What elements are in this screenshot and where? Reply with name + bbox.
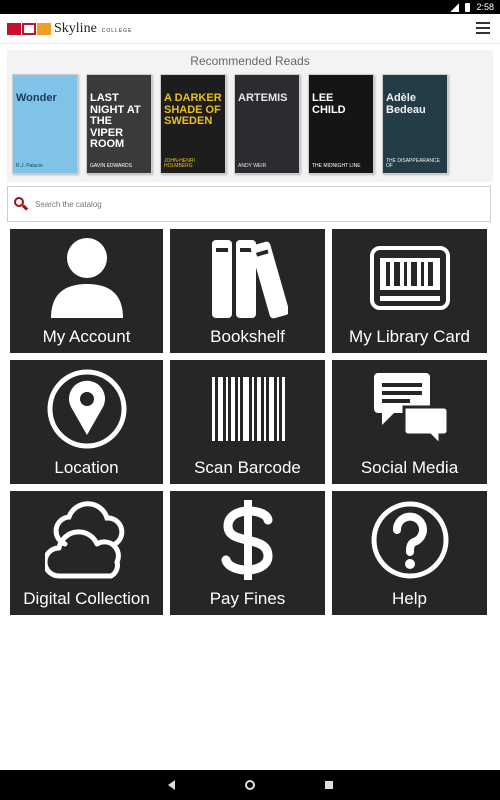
recent-apps-icon[interactable] (324, 781, 333, 789)
book-carousel: Wonder R.J. Palacio LAST NIGHT AT THE VIPE… (7, 74, 493, 174)
system-nav-bar (0, 770, 500, 800)
book-title: Wonder (16, 92, 57, 104)
home-icon[interactable] (244, 780, 255, 790)
book-title: Adèle Bedeau (386, 92, 426, 116)
status-bar: 2:58 (0, 0, 500, 14)
tile-label: Pay Fines (209, 589, 286, 608)
book-subtitle: R.J. Palacio (16, 162, 43, 169)
tile-label: Digital Collection (23, 589, 150, 608)
book-title: LEE CHILD (312, 92, 346, 116)
tile-label: Social Media (360, 458, 459, 477)
book-subtitle: THE MIDNIGHT LINE (312, 162, 361, 169)
hamburger-menu-icon[interactable] (476, 22, 490, 34)
catalog-search-bar[interactable] (7, 186, 491, 222)
scan-barcode-tile[interactable]: Scan Barcode (170, 360, 325, 484)
book-title: LAST NIGHT AT THE VIPER ROOM (90, 92, 141, 151)
tile-label: Location (54, 458, 119, 477)
wifi-icon (450, 2, 460, 12)
location-tile[interactable]: Location (10, 360, 163, 484)
pay-fines-tile[interactable]: Pay Fines (170, 491, 325, 615)
logo-text: Skyline (54, 20, 97, 36)
books-icon (170, 235, 325, 321)
dollar-icon (170, 497, 325, 583)
menu-tile-grid: My Account Bookshelf My Library Card Locati… (10, 229, 494, 615)
book-subtitle: JOHN-HENRI HOLMBERG (164, 157, 195, 169)
tile-label: Help (392, 589, 427, 608)
digital-collection-tile[interactable]: Digital Collection (10, 491, 163, 615)
logo-subtext: COLLEGE (101, 28, 133, 34)
recommended-reads-section: Recommended Reads Wonder R.J. Palacio LAST… (7, 50, 493, 182)
battery-icon (465, 2, 471, 12)
tile-label: My Library Card (349, 327, 470, 346)
person-icon (10, 235, 163, 321)
book-cover[interactable]: ARTEMIS ANDY WEIR (234, 74, 300, 174)
tile-label: My Account (42, 327, 131, 346)
book-subtitle: GAVIN EDWARDS (90, 162, 132, 169)
my-library-card-tile[interactable]: My Library Card (332, 229, 487, 353)
book-subtitle: ANDY WEIR (238, 162, 267, 169)
help-tile[interactable]: Help (332, 491, 487, 615)
question-icon (332, 497, 487, 583)
back-icon[interactable] (167, 780, 175, 790)
location-pin-icon (10, 366, 163, 452)
social-media-tile[interactable]: Social Media (332, 360, 487, 484)
library-card-icon (332, 235, 487, 321)
college-logo[interactable]: Skyline COLLEGE (7, 21, 132, 37)
app-bar: Skyline COLLEGE (0, 14, 500, 44)
barcode-icon (170, 366, 325, 452)
book-cover[interactable]: LEE CHILD THE MIDNIGHT LINE (308, 74, 374, 174)
tile-label: Scan Barcode (194, 458, 301, 477)
book-cover[interactable]: LAST NIGHT AT THE VIPER ROOM GAVIN EDWARD… (86, 74, 152, 174)
book-cover[interactable]: A DARKER SHADE OF SWEDEN JOHN-HENRI HOLMB… (160, 74, 226, 174)
book-cover[interactable]: Wonder R.J. Palacio (12, 74, 78, 174)
search-input[interactable] (35, 199, 475, 209)
chat-bubbles-icon (332, 366, 487, 452)
bookshelf-tile[interactable]: Bookshelf (170, 229, 325, 353)
tile-label: Bookshelf (210, 327, 285, 346)
book-title: A DARKER SHADE OF SWEDEN (164, 92, 222, 128)
book-cover[interactable]: Adèle Bedeau THE DISAPPEARANCE OF (382, 74, 448, 174)
logo-mark-icon (7, 22, 51, 35)
book-title: ARTEMIS (238, 92, 288, 104)
book-subtitle: THE DISAPPEARANCE OF (386, 157, 440, 169)
status-time: 2:58 (476, 2, 494, 12)
my-account-tile[interactable]: My Account (10, 229, 163, 353)
search-icon (14, 197, 29, 211)
recommended-reads-title: Recommended Reads (190, 54, 310, 68)
cloud-icon (10, 497, 163, 583)
